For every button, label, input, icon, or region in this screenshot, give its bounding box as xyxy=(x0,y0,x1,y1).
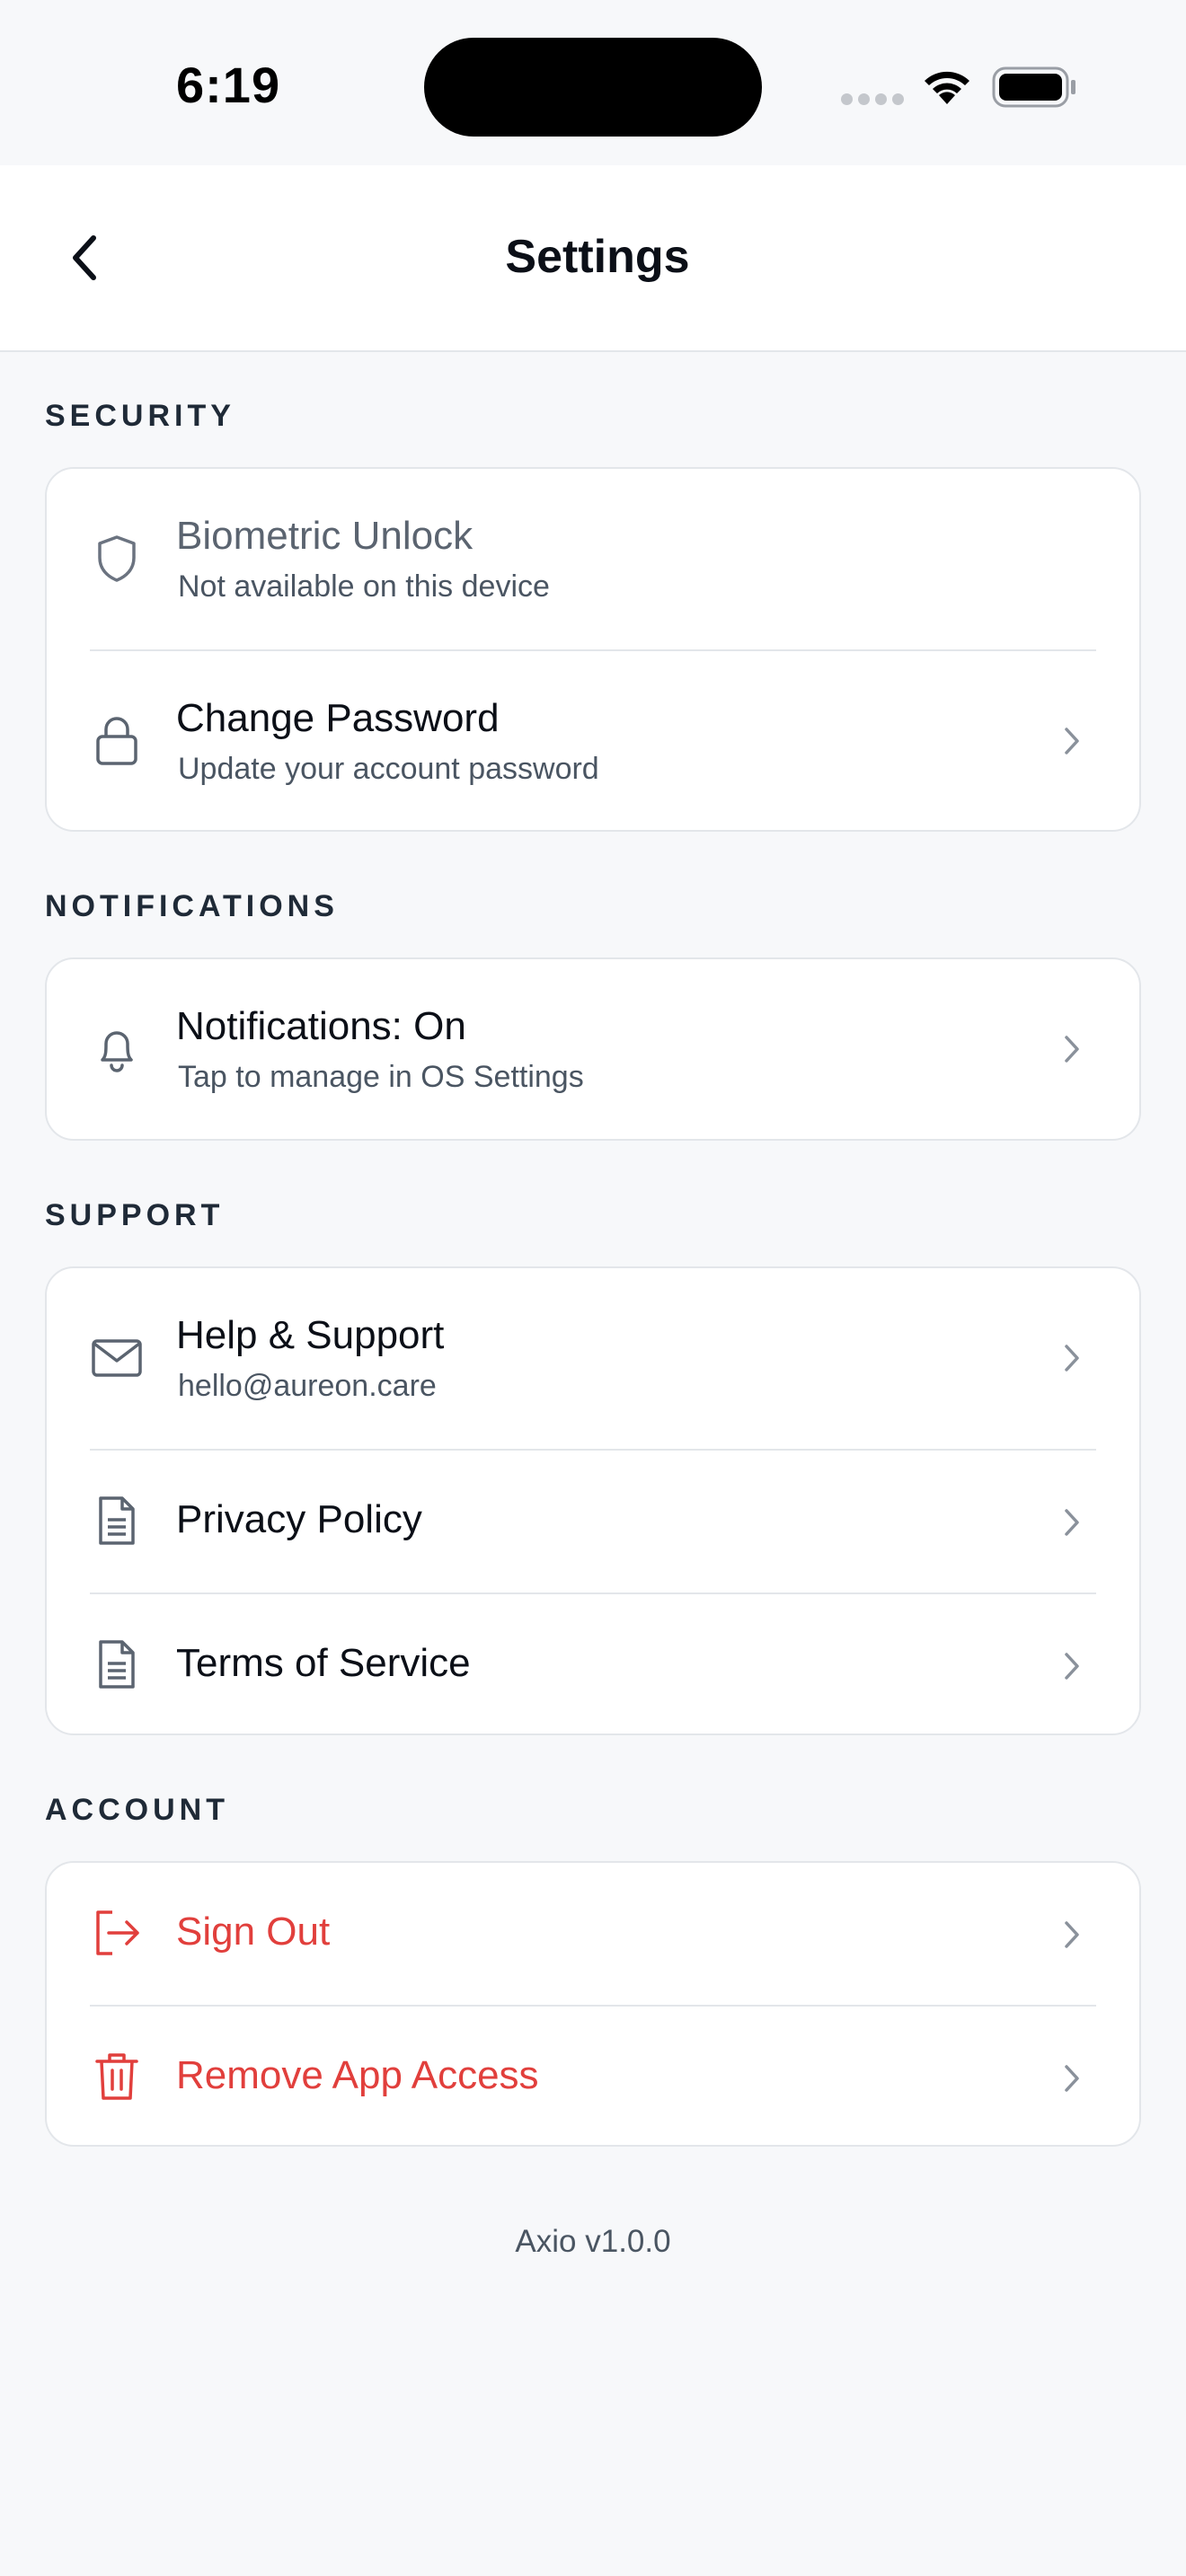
dynamic-island xyxy=(424,38,762,137)
biometric-unlock-subtitle: Not available on this device xyxy=(178,569,550,604)
shield-icon xyxy=(90,532,144,586)
chevron-right-icon xyxy=(1058,723,1085,759)
sign-out-icon xyxy=(90,1906,144,1960)
trash-icon xyxy=(90,2050,144,2104)
status-time: 6:19 xyxy=(176,57,281,113)
notifications-title: Notifications: On xyxy=(176,1004,466,1048)
biometric-unlock-row: Biometric Unlock Not available on this d… xyxy=(47,469,1139,650)
chevron-right-icon xyxy=(1058,1917,1085,1953)
privacy-policy-title: Privacy Policy xyxy=(176,1497,422,1541)
app-version: Axio v1.0.0 xyxy=(515,2224,671,2259)
terms-of-service-row[interactable]: Terms of Service xyxy=(47,1594,1139,1736)
change-password-subtitle: Update your account password xyxy=(178,752,599,786)
support-card: Help & Support hello@aureon.care Privacy… xyxy=(45,1266,1141,1735)
document-icon xyxy=(90,1494,144,1548)
notifications-row[interactable]: Notifications: On Tap to manage in OS Se… xyxy=(47,959,1139,1141)
status-bar: 6:19 xyxy=(0,0,1186,165)
security-card: Biometric Unlock Not available on this d… xyxy=(45,467,1141,832)
mail-icon xyxy=(90,1331,144,1385)
bell-icon xyxy=(90,1022,144,1076)
document-icon xyxy=(90,1637,144,1691)
battery-icon xyxy=(992,66,1075,108)
chevron-right-icon xyxy=(1058,1340,1085,1376)
change-password-row[interactable]: Change Password Update your account pass… xyxy=(47,651,1139,833)
help-support-row[interactable]: Help & Support hello@aureon.care xyxy=(47,1268,1139,1450)
notifications-subtitle: Tap to manage in OS Settings xyxy=(178,1060,584,1094)
cellular-signal-icon xyxy=(841,93,904,105)
biometric-unlock-title: Biometric Unlock xyxy=(176,514,474,558)
notifications-card: Notifications: On Tap to manage in OS Se… xyxy=(45,957,1141,1141)
wifi-icon xyxy=(925,71,969,104)
privacy-policy-row[interactable]: Privacy Policy xyxy=(47,1451,1139,1592)
chevron-right-icon xyxy=(1058,1031,1085,1067)
change-password-title: Change Password xyxy=(176,696,500,740)
terms-of-service-title: Terms of Service xyxy=(176,1641,471,1685)
lock-icon xyxy=(90,714,144,768)
section-header-security: SECURITY xyxy=(45,399,235,433)
chevron-right-icon xyxy=(1058,1504,1085,1540)
section-header-notifications: NOTIFICATIONS xyxy=(45,889,339,923)
help-support-email: hello@aureon.care xyxy=(178,1369,437,1403)
sign-out-row[interactable]: Sign Out xyxy=(47,1863,1139,2005)
help-support-title: Help & Support xyxy=(176,1313,445,1357)
remove-app-access-row[interactable]: Remove App Access xyxy=(47,2007,1139,2148)
page-title: Settings xyxy=(505,231,690,283)
section-header-support: SUPPORT xyxy=(45,1198,225,1232)
chevron-right-icon xyxy=(1058,1648,1085,1684)
account-card: Sign Out Remove App Access xyxy=(45,1861,1141,2147)
sign-out-title: Sign Out xyxy=(176,1910,331,1954)
chevron-right-icon xyxy=(1058,2060,1085,2096)
remove-app-access-title: Remove App Access xyxy=(176,2053,539,2097)
section-header-account: ACCOUNT xyxy=(45,1793,229,1827)
